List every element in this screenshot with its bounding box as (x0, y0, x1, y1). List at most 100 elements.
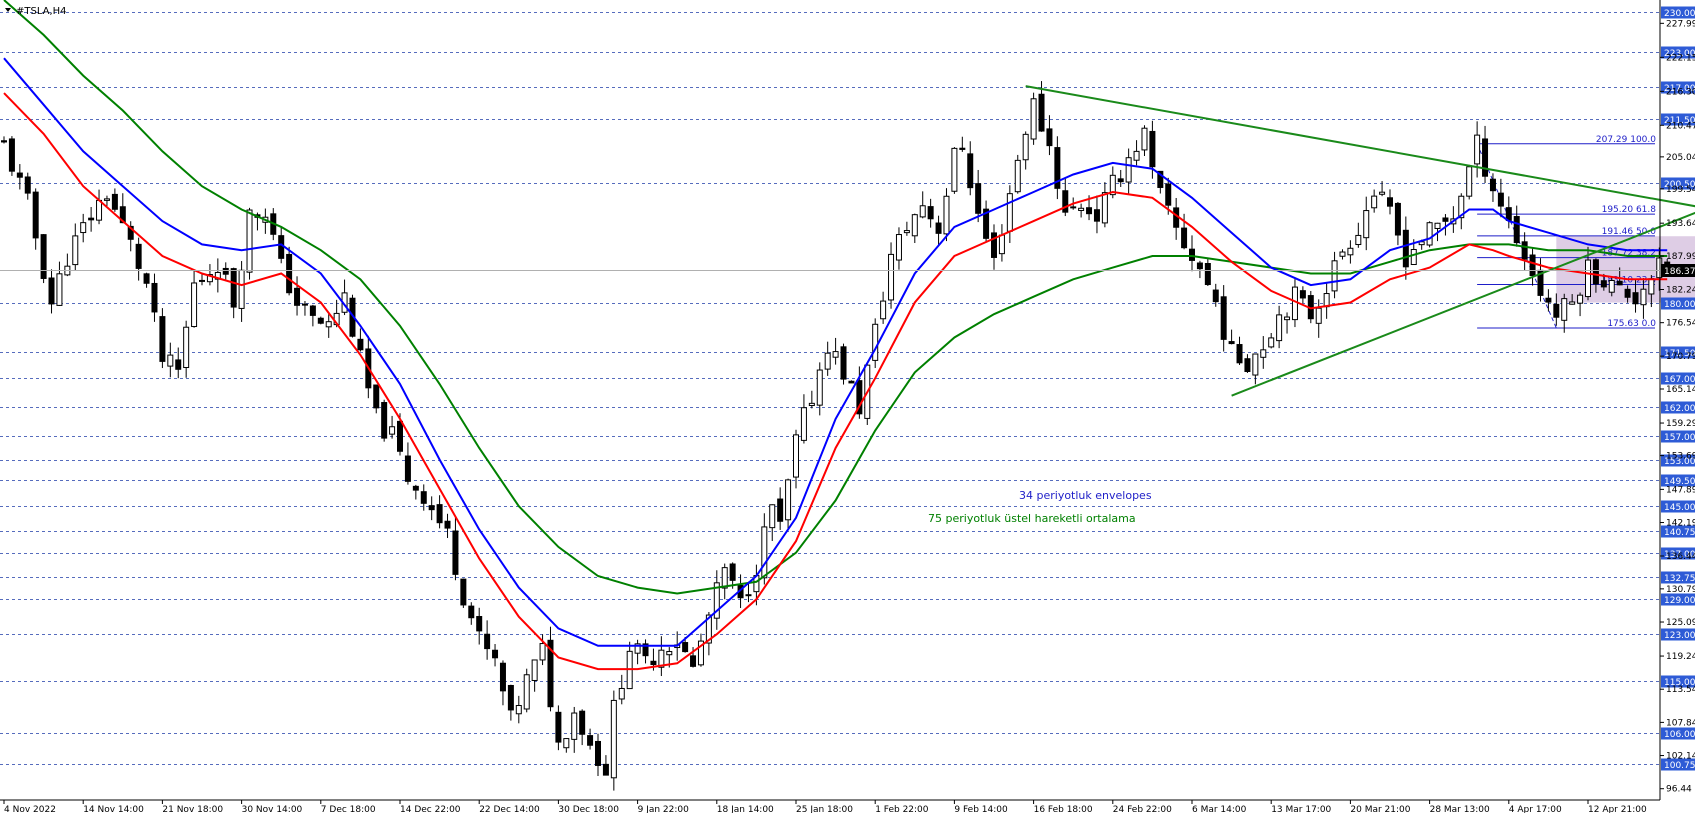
candle-body (1323, 293, 1330, 308)
candle-body (230, 268, 237, 308)
candle-body (428, 505, 435, 511)
candle-body (183, 326, 190, 369)
candle-body (1181, 227, 1188, 249)
candle-body (1022, 133, 1029, 161)
level-label: 123.00 (1664, 631, 1695, 641)
y-tick-label: 182.24 (1666, 286, 1695, 296)
y-tick-label: 165.14 (1666, 385, 1695, 395)
candle-body (151, 282, 158, 313)
candle-body (222, 267, 229, 275)
chart-background (0, 0, 1695, 813)
candle-body (1339, 251, 1346, 257)
candle-body (1466, 166, 1473, 197)
y-tick-label: 130.79 (1666, 585, 1695, 595)
candle-body (800, 407, 807, 441)
candle-body (1046, 128, 1053, 147)
candle-body (618, 687, 625, 700)
level-label: 230.00 (1664, 9, 1695, 19)
candle-body (872, 323, 879, 361)
x-tick-label: 4 Apr 17:00 (1509, 805, 1562, 813)
candle-body (1133, 150, 1140, 161)
x-tick-label: 12 Apr 21:00 (1588, 805, 1647, 813)
candle-body (1434, 222, 1441, 229)
level-label: 100.75 (1664, 761, 1695, 771)
candle-body (1101, 192, 1108, 224)
chart-title: #TSLA,H4 (16, 6, 67, 17)
level-label: 106.00 (1664, 730, 1695, 740)
candle-body (1093, 209, 1100, 222)
candle-body (1, 140, 7, 143)
price-chart[interactable]: 207.29 100.0195.20 61.8191.46 50.0187.72… (0, 0, 1695, 813)
candle-body (666, 651, 673, 656)
fibo-level-label: 195.20 61.8 (1602, 205, 1657, 215)
candle-body (523, 674, 530, 710)
candle-body (824, 352, 831, 370)
candle-body (1529, 254, 1536, 277)
candle-body (381, 402, 388, 439)
candle-body (278, 235, 285, 259)
candle-body (602, 763, 609, 776)
candle-body (1196, 262, 1203, 270)
candle-body (476, 616, 483, 632)
x-tick-label: 22 Dec 14:00 (479, 805, 540, 813)
candle-body (1244, 358, 1251, 373)
candle-body (911, 214, 918, 237)
candle-body (1648, 278, 1655, 295)
candle-body (1070, 206, 1077, 209)
candle-body (191, 282, 198, 328)
candle-body (729, 563, 736, 581)
candle-body (1553, 303, 1560, 318)
candle-body (103, 198, 110, 201)
candle-body (721, 567, 728, 589)
x-tick-label: 18 Jan 14:00 (717, 805, 774, 813)
candle-body (32, 191, 39, 239)
price-label: 186.37 (1664, 267, 1695, 277)
candle-body (785, 479, 792, 521)
candle-body (975, 183, 982, 214)
candle-body (1513, 216, 1520, 244)
candle-body (832, 351, 839, 358)
candle-body (1268, 337, 1275, 348)
candle-body (96, 199, 103, 221)
level-label: 180.00 (1664, 300, 1695, 310)
candle-body (1014, 159, 1021, 193)
candle-body (777, 498, 784, 522)
candle-body (1592, 259, 1599, 285)
x-tick-label: 6 Mar 14:00 (1192, 805, 1247, 813)
candle-body (1632, 292, 1639, 305)
candle-body (317, 317, 324, 324)
candle-body (436, 504, 443, 524)
candle-body (1608, 280, 1615, 293)
candle-body (357, 338, 364, 351)
candle-body (682, 642, 689, 653)
x-tick-label: 30 Nov 14:00 (242, 805, 303, 813)
y-tick-label: 153.69 (1666, 452, 1695, 462)
candle-body (1165, 183, 1172, 206)
candle-body (1426, 222, 1433, 246)
candle-body (1228, 341, 1235, 345)
candle-body (808, 402, 815, 407)
candle-body (967, 153, 974, 189)
candle-body (1331, 260, 1338, 292)
candle-body (1284, 316, 1291, 321)
candle-body (1212, 289, 1219, 303)
level-label: 145.00 (1664, 503, 1695, 513)
candle-body (1585, 259, 1591, 298)
candle-body (1474, 134, 1481, 165)
candle-body (1086, 207, 1093, 215)
x-tick-label: 4 Nov 2022 (4, 805, 56, 813)
y-tick-label: 187.99 (1666, 252, 1695, 262)
candle-body (199, 279, 205, 282)
candle-body (610, 699, 617, 779)
candle-body (1204, 263, 1211, 286)
candle-body (301, 303, 308, 306)
candle-body (1141, 127, 1148, 151)
y-tick-label: 210.47 (1666, 121, 1695, 131)
candle-body (452, 530, 459, 575)
candle-body (468, 605, 475, 619)
x-tick-label: 16 Feb 18:00 (1034, 805, 1093, 813)
candle-body (1379, 191, 1386, 195)
y-tick-label: 216.30 (1666, 87, 1695, 97)
y-tick-label: 142.19 (1666, 519, 1695, 529)
candle-body (143, 273, 150, 284)
